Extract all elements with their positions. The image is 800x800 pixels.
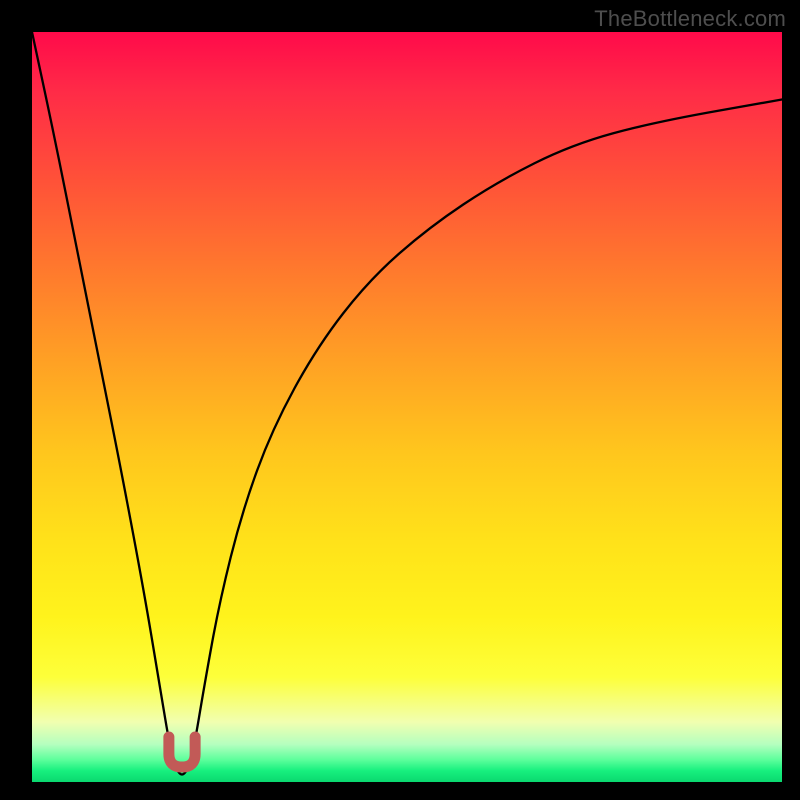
bottleneck-curve [32,32,782,775]
chart-frame: TheBottleneck.com [0,0,800,800]
watermark-text: TheBottleneck.com [594,6,786,32]
curve-layer [32,32,782,782]
dip-marker [169,737,195,767]
plot-area [32,32,782,782]
